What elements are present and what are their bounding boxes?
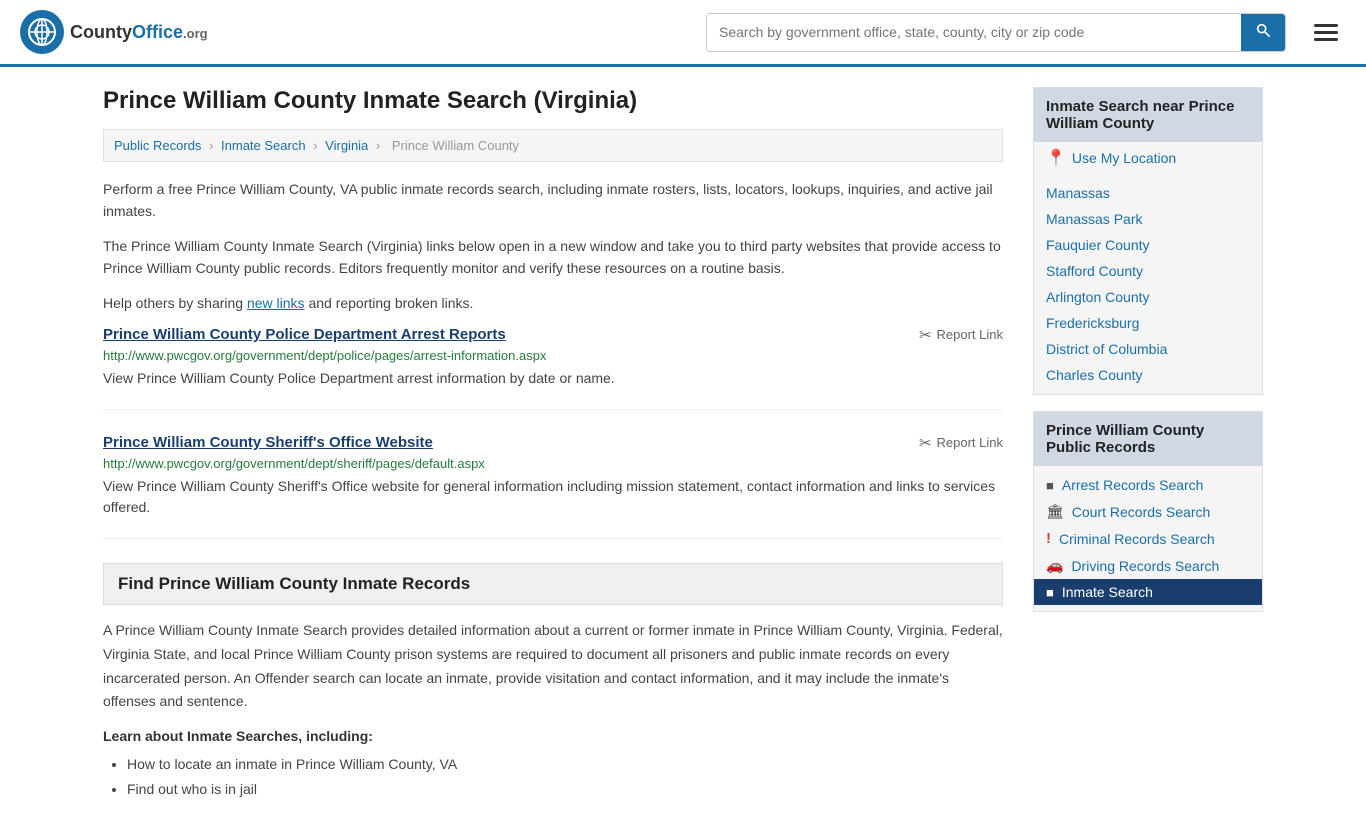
link-card: Prince William County Police Department … [103,326,1003,410]
nearby-list-item[interactable]: Arlington County [1034,284,1262,310]
nearby-list-item[interactable]: Fredericksburg [1034,310,1262,336]
logo[interactable]: CountyOffice.org [20,10,208,54]
record-list-item[interactable]: 🏛 Court Records Search [1034,498,1262,525]
record-link[interactable]: Arrest Records Search [1062,477,1204,493]
main-content: Prince William County Inmate Search (Vir… [103,87,1003,803]
nearby-link[interactable]: Charles County [1046,367,1143,383]
new-links-link[interactable]: new links [247,295,305,311]
nearby-link[interactable]: Manassas Park [1046,211,1142,227]
link-description: View Prince William County Sheriff's Off… [103,476,1003,518]
record-icon: ■ [1046,478,1054,493]
record-link[interactable]: Criminal Records Search [1059,531,1215,547]
hamburger-menu-button[interactable] [1306,20,1346,45]
record-list-item[interactable]: 🚗 Driving Records Search [1034,552,1262,579]
page-title: Prince William County Inmate Search (Vir… [103,87,1003,115]
find-section-body: A Prince William County Inmate Search pr… [103,619,1003,714]
description-1: Perform a free Prince William County, VA… [103,178,1003,223]
bullet-item: How to locate an inmate in Prince Willia… [127,752,1003,777]
nearby-list-item[interactable]: District of Columbia [1034,336,1262,362]
learn-heading: Learn about Inmate Searches, including: [103,728,1003,744]
location-icon: 📍 [1046,148,1066,168]
link-card: Prince William County Sheriff's Office W… [103,434,1003,539]
nearby-link[interactable]: Stafford County [1046,263,1143,279]
find-section-heading: Find Prince William County Inmate Record… [103,563,1003,605]
public-records-box: Prince William County Public Records ■ Ar… [1033,411,1263,612]
record-link[interactable]: Driving Records Search [1071,558,1219,574]
main-container: Prince William County Inmate Search (Vir… [83,67,1283,823]
logo-wordmark: CountyOffice.org [70,22,208,43]
records-list: ■ Arrest Records Search 🏛 Court Records Sea… [1034,466,1262,611]
nearby-link[interactable]: Arlington County [1046,289,1150,305]
nearby-link[interactable]: District of Columbia [1046,341,1167,357]
nearby-link[interactable]: Manassas [1046,185,1110,201]
logo-icon [20,10,64,54]
nearby-list-item[interactable]: Stafford County [1034,258,1262,284]
nearby-title: Inmate Search near Prince William County [1034,88,1262,142]
record-icon: ■ [1046,585,1054,600]
record-link[interactable]: Court Records Search [1072,504,1211,520]
nearby-list: Manassas Manassas Park Fauquier County Staf… [1034,174,1262,394]
nearby-list-item[interactable]: Fauquier County [1034,232,1262,258]
breadcrumb-virginia[interactable]: Virginia [325,138,368,153]
sidebar: Inmate Search near Prince William County… [1033,87,1263,803]
nearby-list-item[interactable]: Manassas Park [1034,206,1262,232]
nearby-list-item[interactable]: Manassas [1034,180,1262,206]
learn-bullets: How to locate an inmate in Prince Willia… [127,752,1003,802]
search-input[interactable] [707,14,1241,51]
link-card-title[interactable]: Prince William County Sheriff's Office W… [103,434,433,451]
scissors-icon: ✂ [919,434,932,452]
link-cards: Prince William County Police Department … [103,326,1003,539]
nearby-list-item[interactable]: Charles County [1034,362,1262,388]
breadcrumb-current: Prince William County [392,138,519,153]
breadcrumb-public-records[interactable]: Public Records [114,138,201,153]
record-list-item[interactable]: ! Criminal Records Search [1034,525,1262,552]
breadcrumb: Public Records › Inmate Search › Virgini… [103,129,1003,162]
use-my-location-item[interactable]: 📍 Use My Location [1034,142,1262,174]
record-list-item[interactable]: ■ Arrest Records Search [1034,472,1262,498]
use-my-location-link[interactable]: Use My Location [1072,150,1176,166]
nearby-link[interactable]: Fauquier County [1046,237,1150,253]
nearby-box: Inmate Search near Prince William County… [1033,87,1263,395]
record-icon: 🏛 [1046,503,1064,520]
nearby-link[interactable]: Fredericksburg [1046,315,1139,331]
description-2: The Prince William County Inmate Search … [103,235,1003,280]
record-icon: 🚗 [1046,557,1063,574]
hamburger-icon [1314,24,1338,41]
record-link[interactable]: Inmate Search [1062,584,1153,600]
link-card-title[interactable]: Prince William County Police Department … [103,326,506,343]
report-link-button[interactable]: ✂ Report Link [919,326,1003,344]
search-button[interactable] [1241,14,1285,51]
public-records-title: Prince William County Public Records [1034,412,1262,466]
link-url: http://www.pwcgov.org/government/dept/po… [103,348,1003,363]
search-bar [706,13,1286,52]
scissors-icon: ✂ [919,326,932,344]
breadcrumb-inmate-search[interactable]: Inmate Search [221,138,306,153]
report-link-button[interactable]: ✂ Report Link [919,434,1003,452]
link-description: View Prince William County Police Depart… [103,368,1003,389]
bullet-item: Find out who is in jail [127,777,1003,802]
link-url: http://www.pwcgov.org/government/dept/sh… [103,456,1003,471]
site-header: CountyOffice.org [0,0,1366,67]
record-icon: ! [1046,530,1051,547]
record-list-item[interactable]: ■ Inmate Search [1034,579,1262,605]
description-3: Help others by sharing new links and rep… [103,292,1003,314]
